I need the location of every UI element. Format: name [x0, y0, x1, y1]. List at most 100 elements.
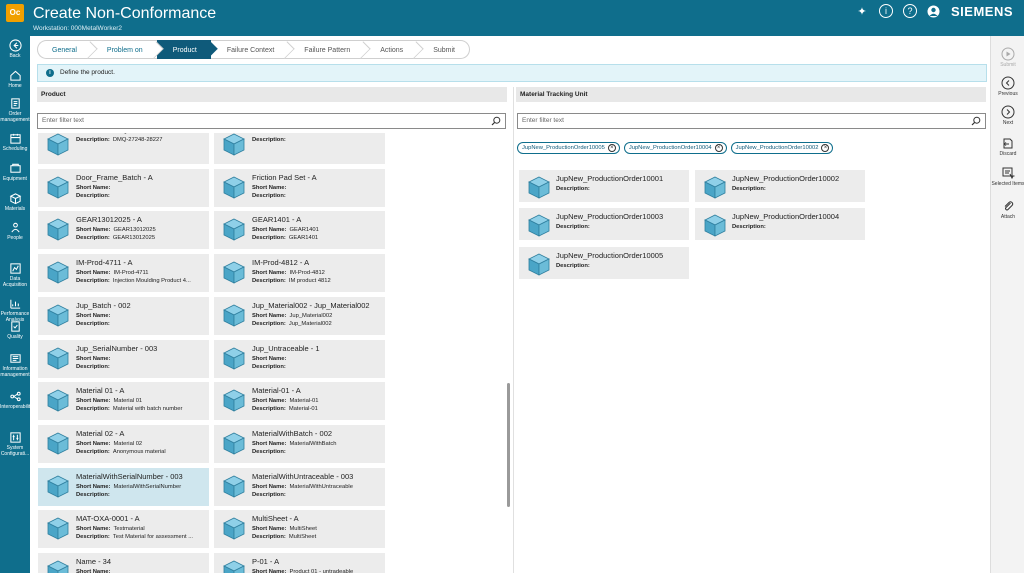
user-icon[interactable] [927, 4, 941, 18]
app-header: Oc Create Non-Conformance Workstation: 0… [0, 0, 1024, 36]
cube-icon [47, 560, 69, 573]
cube-icon [704, 176, 726, 199]
product-grid: Short Name:DMQ-27248-28227Description:DM… [38, 133, 506, 573]
nav-item-people[interactable]: People [0, 221, 30, 241]
product-card[interactable]: IM-Prod-4812 - A Short Name: IM-Prod-4812 D… [214, 254, 385, 293]
step-failure-pattern[interactable]: Failure Pattern [288, 40, 371, 59]
search-icon[interactable] [971, 116, 981, 126]
product-card[interactable]: MaterialWithSerialNumber - 003 Short Name… [38, 467, 209, 506]
product-title: Material 01 - A [76, 386, 125, 396]
product-card[interactable]: Material 01 - A Short Name: Material 01 Des… [38, 382, 209, 421]
short-name-label: Short Name: [76, 440, 111, 447]
remove-chip-icon[interactable]: × [607, 144, 616, 152]
nav-item-order-management[interactable]: Order management [0, 97, 30, 123]
short-name-value: Product 01 - untradeable [289, 569, 354, 573]
mtu-filter-input[interactable]: Enter filter text [517, 113, 986, 129]
short-name-label: Short Name: [76, 398, 111, 405]
product-card[interactable]: GEAR1401 - A Short Name: GEAR1401 Descripti… [214, 211, 385, 250]
product-card[interactable]: MAT-OXA-0001 - A Short Name: Testmaterial D… [38, 510, 209, 549]
mtu-card[interactable]: JupNew_ProductionOrder10004 Description: [695, 208, 865, 240]
info-icon[interactable]: i [878, 4, 893, 18]
brand-logo: SIEMENS [950, 3, 1013, 19]
step-label: Product [172, 47, 197, 54]
mtu-card[interactable]: JupNew_ProductionOrder10001 Description: [519, 170, 689, 202]
short-name-label: Short Name: [76, 133, 110, 135]
mtu-chip: JupNew_ProductionOrder10005 × [517, 142, 620, 154]
step-problem-on[interactable]: Problem on [90, 40, 164, 59]
nav-item-information-management[interactable]: Information management [0, 352, 30, 378]
description-value: Material-01 [288, 406, 318, 413]
nav-item-quality[interactable]: Quality [0, 320, 30, 340]
short-name-value: Material 02 [113, 440, 143, 447]
cube-icon [223, 475, 245, 498]
product-card[interactable]: Name - 34Short Name:Description: [38, 553, 209, 573]
previous-button[interactable]: Previous [991, 76, 1024, 97]
cube-icon [47, 347, 69, 370]
product-card[interactable]: Material 02 - A Short Name: Material 02 Des… [38, 424, 209, 463]
mtu-title: JupNew_ProductionOrder10003 [556, 212, 664, 221]
description-value: IM product 4812 [288, 278, 331, 285]
description-label: Description: [732, 186, 766, 192]
mtu-title: JupNew_ProductionOrder10001 [556, 174, 664, 183]
product-title: Material-01 - A [252, 386, 301, 396]
step-actions[interactable]: Actions [364, 40, 424, 59]
nav-item-data-acquisition[interactable]: Data Acquisition [0, 262, 30, 288]
product-card[interactable]: Material-01 - A Short Name: Material-01 Des… [214, 382, 385, 421]
product-title: GEAR1401 - A [252, 215, 302, 225]
product-card[interactable]: GEAR13012025 - A Short Name: GEAR13012025 D… [38, 211, 209, 250]
step-submit[interactable]: Submit [417, 40, 470, 59]
description-label: Description: [252, 278, 286, 285]
step-product[interactable]: Product [156, 40, 218, 59]
short-name-label: Short Name: [76, 569, 111, 573]
selected-items-button[interactable]: Selected Items [991, 166, 1024, 187]
description-label: Description: [732, 224, 766, 230]
nav-item-label: System Configurati... [0, 445, 30, 457]
mtu-card[interactable]: JupNew_ProductionOrder10003 Description: [519, 208, 689, 240]
product-card[interactable]: Jup_Untraceable - 1 Short Name: Descriptio… [214, 339, 385, 378]
product-card[interactable]: Jup_Material002 - Jup_Material002 Short N… [214, 296, 385, 335]
product-card[interactable]: Jup_Batch - 002 Short Name: Description: [38, 296, 209, 335]
product-card[interactable]: Short Name:Car DoorDescription: [214, 133, 385, 164]
nav-item-equipment[interactable]: Equipment [0, 162, 30, 182]
product-card[interactable]: Door_Frame_Batch - A Short Name: Descripti… [38, 168, 209, 207]
product-filter-input[interactable]: Enter filter text [37, 113, 506, 129]
mtu-card[interactable]: JupNew_ProductionOrder10002 Description: [695, 170, 865, 202]
search-icon[interactable] [491, 116, 501, 126]
product-card[interactable]: Short Name:DMQ-27248-28227Description:DM… [38, 133, 209, 164]
next-button[interactable]: Next [991, 105, 1024, 126]
description-value: MultiSheet [288, 534, 317, 541]
description-label: Description: [252, 363, 286, 370]
product-card[interactable]: Jup_SerialNumber - 003 Short Name: Descrip… [38, 339, 209, 378]
rail-item-label: Submit [1000, 62, 1016, 68]
nav-item-back[interactable]: Back [0, 39, 30, 59]
description-label: Description: [252, 491, 286, 498]
nav-item-interoperability[interactable]: Interoperability [0, 390, 33, 410]
nav-item-scheduling[interactable]: Scheduling [0, 132, 30, 152]
step-general[interactable]: General [37, 40, 98, 59]
nav-item-materials[interactable]: Materials [0, 192, 30, 212]
product-title: IM-Prod-4711 - A [76, 258, 133, 268]
mtu-title: JupNew_ProductionOrder10005 [556, 251, 664, 260]
product-card[interactable]: Friction Pad Set - A Short Name: Descripti… [214, 168, 385, 207]
product-card[interactable]: MaterialWithBatch - 002 Short Name: Materi… [214, 424, 385, 463]
sparkle-icon[interactable]: ✦ [855, 4, 869, 18]
description-label: Description: [556, 186, 590, 192]
remove-chip-icon[interactable]: × [821, 144, 830, 152]
short-name-label: Short Name: [76, 483, 111, 490]
discard-button[interactable]: Discard [991, 136, 1024, 157]
product-card[interactable]: MultiSheet - A Short Name: MultiSheet Descr… [214, 510, 385, 549]
help-icon[interactable]: ? [902, 4, 917, 18]
nav-item-system-configurati[interactable]: System Configurati... [0, 431, 30, 457]
product-scrollbar[interactable] [507, 383, 510, 507]
mtu-card[interactable]: JupNew_ProductionOrder10005 Description: [519, 247, 689, 279]
nav-item-label: Information management [0, 366, 30, 378]
product-card[interactable]: IM-Prod-4711 - A Short Name: IM-Prod-4711 D… [38, 254, 209, 293]
product-card[interactable]: MaterialWithUntraceable - 003 Short Name:… [214, 467, 385, 506]
info-bar: i Define the product. [37, 64, 987, 82]
attach-button[interactable]: Attach [991, 199, 1024, 220]
nav-item-home[interactable]: Home [0, 69, 30, 89]
remove-chip-icon[interactable]: × [714, 144, 723, 152]
product-card[interactable]: P-01 - A Short Name: Product 01 - untradea… [214, 553, 385, 573]
short-name-value: GEAR13012025 [113, 227, 156, 234]
step-failure-context[interactable]: Failure Context [210, 40, 295, 59]
